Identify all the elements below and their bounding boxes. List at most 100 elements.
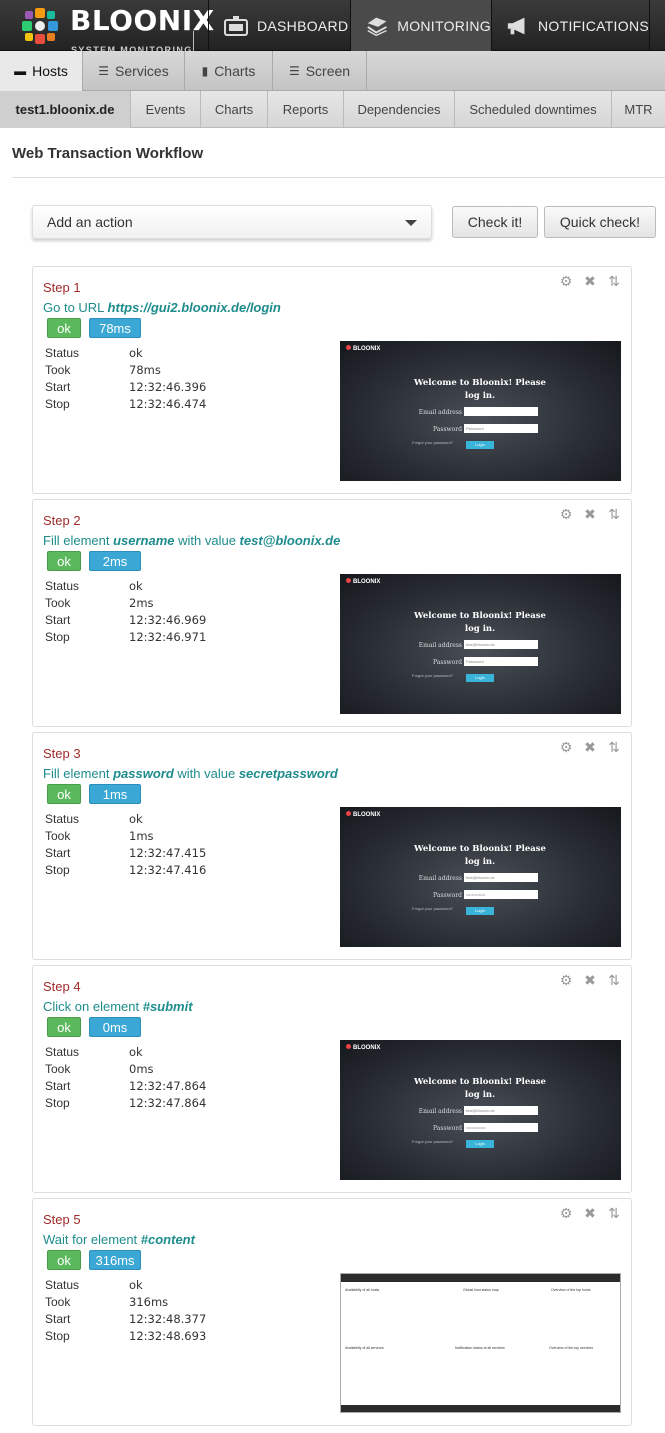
nav-notifications[interactable]: NOTIFICATIONS: [491, 0, 649, 51]
close-icon[interactable]: ✖: [581, 1205, 599, 1222]
screenshot-logo: BLOONIX: [346, 1044, 380, 1051]
screenshot-login-button: Login: [466, 674, 494, 682]
start-value: 12:32:47.415: [129, 845, 207, 860]
gear-icon[interactable]: ⚙: [557, 506, 575, 523]
screenshot-welcome: Welcome to Bloonix! Please log in.: [414, 1077, 546, 1100]
step-details: Status ok Took 1ms Start 12:32:47.415 Stop 1…: [45, 810, 206, 878]
close-icon[interactable]: ✖: [581, 273, 599, 290]
step-tools: ⚙ ✖ ⇅: [557, 972, 623, 989]
tab-hosts-label: Hosts: [32, 63, 68, 79]
subtab-scheduled-downtimes[interactable]: Scheduled downtimes: [455, 91, 612, 128]
start-label: Start: [45, 612, 71, 627]
nav-dashboard-label: DASHBOARD: [257, 17, 349, 34]
gear-icon[interactable]: ⚙: [557, 273, 575, 290]
subtab-reports[interactable]: Reports: [268, 91, 344, 128]
close-icon[interactable]: ✖: [581, 506, 599, 523]
host-subtabs: test1.bloonix.de Events Charts Reports D…: [0, 91, 665, 128]
stop-value: 12:32:46.971: [129, 629, 207, 644]
stop-label: Stop: [45, 396, 70, 411]
stop-value: 12:32:48.693: [129, 1328, 207, 1343]
start-label: Start: [45, 1311, 71, 1326]
status-badge: ok: [47, 784, 81, 804]
close-icon[interactable]: ✖: [581, 972, 599, 989]
took-label: Took: [45, 828, 71, 843]
status-label: Status: [45, 1277, 80, 1292]
step-details: Status ok Took 78ms Start 12:32:46.396 Stop…: [45, 344, 206, 412]
tab-screen[interactable]: ☰ Screen: [273, 51, 367, 91]
nav-monitoring[interactable]: MONITORING: [350, 0, 491, 51]
took-value: 78ms: [129, 362, 161, 377]
nav-notifications-label: NOTIFICATIONS: [538, 17, 649, 34]
nav-more[interactable]: [649, 0, 665, 51]
grid-icon: ☰: [98, 64, 110, 78]
page-title: Web Transaction Workflow: [12, 145, 204, 162]
screenshot-login-button: Login: [466, 1140, 494, 1148]
screenshot-welcome: Welcome to Bloonix! Please log in.: [414, 378, 546, 401]
step-number: Step 5: [43, 1212, 81, 1227]
screenshot-forgot-link: Forgot your password?: [412, 440, 453, 445]
tab-services[interactable]: ☰ Services: [83, 51, 185, 91]
subtab-host[interactable]: test1.bloonix.de: [0, 91, 131, 128]
stop-value: 12:32:46.474: [129, 396, 207, 411]
duration-badge: 1ms: [89, 784, 141, 804]
sort-icon[interactable]: ⇅: [605, 1205, 623, 1222]
app-logo[interactable]: BLOONIX SYSTEM MONITORING: [0, 0, 214, 68]
screenshot-email-field: [464, 407, 538, 416]
subtab-dependencies[interactable]: Dependencies: [344, 91, 455, 128]
screenshot-text: Overview of the top hosts: [551, 1288, 591, 1292]
screenshot-password-field: Password: [464, 424, 538, 433]
dashboard-icon: [224, 15, 248, 36]
screenshot-email-field: test@bloonix.de: [464, 1106, 538, 1115]
screenshot-logo: BLOONIX: [346, 811, 380, 818]
screenshot-footer: [341, 1405, 620, 1412]
step-screenshot[interactable]: BLOONIX Welcome to Bloonix! Please log i…: [340, 807, 621, 947]
quick-check-button[interactable]: Quick check!: [544, 206, 656, 238]
workflow-step: ⚙ ✖ ⇅ Step 1 Go to URL https://gui2.bloo…: [32, 266, 632, 494]
sort-icon[interactable]: ⇅: [605, 506, 623, 523]
step-tools: ⚙ ✖ ⇅: [557, 506, 623, 523]
step-screenshot[interactable]: BLOONIX Welcome to Bloonix! Please log i…: [340, 574, 621, 714]
duration-badge: 78ms: [89, 318, 141, 338]
gear-icon[interactable]: ⚙: [557, 1205, 575, 1222]
subtab-charts[interactable]: Charts: [201, 91, 268, 128]
step-screenshot[interactable]: BLOONIX Welcome to Bloonix! Please log i…: [340, 1040, 621, 1180]
tab-hosts[interactable]: ▬ Hosts: [0, 51, 83, 91]
tab-screen-label: Screen: [305, 63, 351, 79]
start-value: 12:32:46.969: [129, 612, 207, 627]
gear-icon[interactable]: ⚙: [557, 739, 575, 756]
divider: [12, 177, 665, 178]
bloonix-logo-icon: [346, 578, 351, 583]
tab-charts[interactable]: ▮ Charts: [185, 51, 273, 91]
screenshot-password-field: ••••••••••••••: [464, 890, 538, 899]
close-icon[interactable]: ✖: [581, 739, 599, 756]
add-action-select[interactable]: Add an action: [32, 205, 432, 239]
duration-badge: 316ms: [89, 1250, 141, 1270]
step-screenshot[interactable]: BLOONIX Welcome to Bloonix! Please log i…: [340, 341, 621, 481]
status-badge: ok: [47, 551, 81, 571]
gear-icon[interactable]: ⚙: [557, 972, 575, 989]
bloonix-logo-icon: [22, 8, 58, 44]
sort-icon[interactable]: ⇅: [605, 273, 623, 290]
screenshot-email-label: Email address: [418, 1108, 462, 1115]
step-desc-mid: with value: [174, 533, 240, 548]
step-desc-prefix: Wait for element: [43, 1232, 141, 1247]
status-badge: ok: [47, 1250, 81, 1270]
duration-badge: 2ms: [89, 551, 141, 571]
tab-charts-label: Charts: [214, 63, 256, 79]
status-value: ok: [129, 1277, 143, 1292]
step-description: Fill element username with value test@bl…: [43, 533, 340, 548]
status-label: Status: [45, 578, 80, 593]
subtab-mtr[interactable]: MTR: [612, 91, 665, 128]
screenshot-email-label: Email address: [418, 642, 462, 649]
screenshot-text: Overview of the top services: [549, 1346, 593, 1350]
check-it-button[interactable]: Check it!: [452, 206, 538, 238]
subtab-events[interactable]: Events: [131, 91, 201, 128]
sort-icon[interactable]: ⇅: [605, 739, 623, 756]
nav-dashboard[interactable]: DASHBOARD: [208, 0, 350, 51]
bloonix-logo-icon: [346, 811, 351, 816]
status-value: ok: [129, 345, 143, 360]
screenshot-email-label: Email address: [418, 409, 462, 416]
sort-icon[interactable]: ⇅: [605, 972, 623, 989]
step-screenshot[interactable]: Availability of all hosts Global host st…: [340, 1273, 621, 1413]
screenshot-text: Availability of all services: [345, 1346, 384, 1350]
